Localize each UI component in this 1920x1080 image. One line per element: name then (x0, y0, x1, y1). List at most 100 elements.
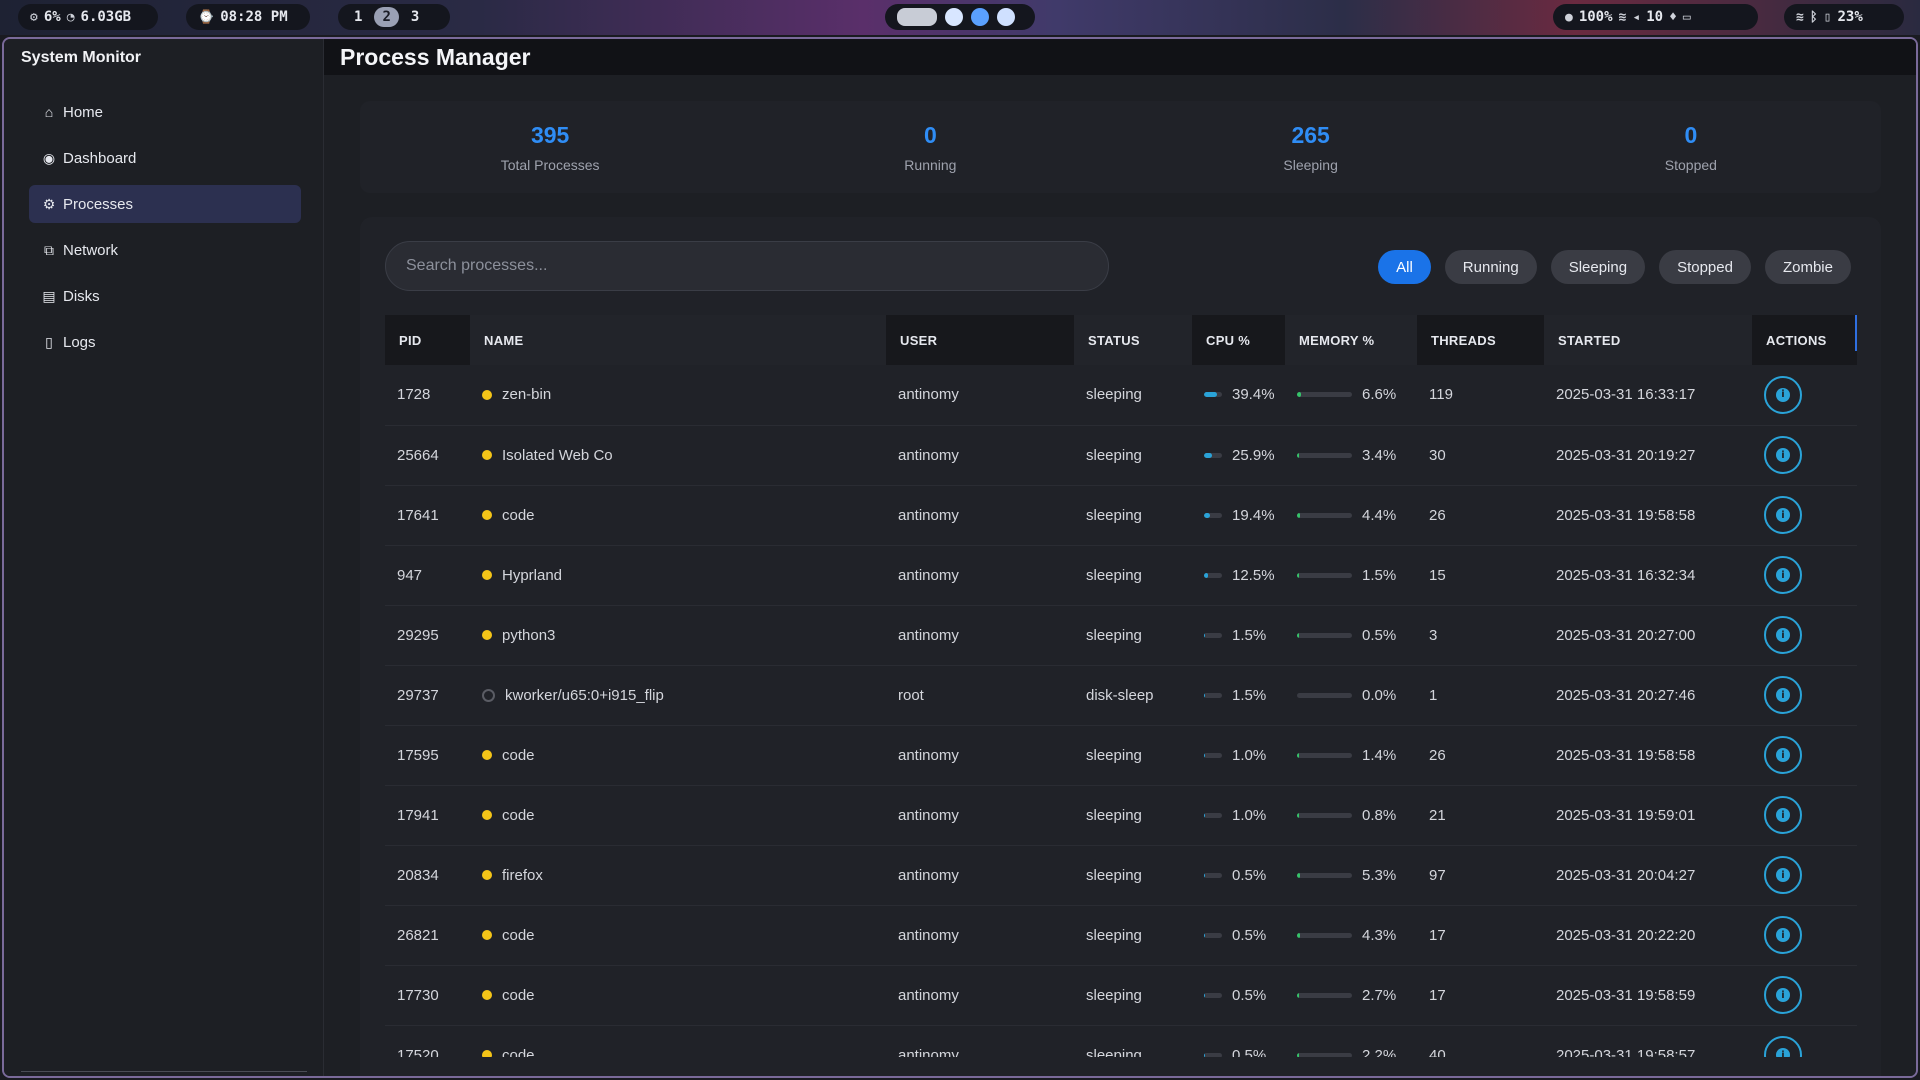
info-icon: i (1776, 868, 1790, 882)
sidebar-item-logs[interactable]: ▯ Logs (29, 323, 301, 361)
process-info-button[interactable]: i (1764, 1036, 1802, 1057)
cpu-cell: 0.5% (1192, 845, 1285, 906)
sidebar-item-processes[interactable]: ⚙ Processes (29, 185, 301, 223)
sidebar-item-disks[interactable]: ▤ Disks (29, 277, 301, 315)
process-info-button[interactable]: i (1764, 976, 1802, 1014)
memory-bar (1297, 692, 1352, 698)
filter-sleeping-button[interactable]: Sleeping (1550, 250, 1646, 284)
memory-bar (1297, 632, 1352, 638)
memory-bar-fill (1297, 512, 1300, 518)
search-input[interactable] (385, 241, 1109, 291)
process-info-button[interactable]: i (1764, 736, 1802, 774)
filter-stopped-button[interactable]: Stopped (1659, 250, 1751, 284)
battery-icon: ▯ (1823, 9, 1832, 25)
vscode-alt-tray-icon[interactable] (997, 8, 1015, 26)
table-row[interactable]: 17595 code antinomy sleeping 1.0% 1.4% 26 2025-… (385, 725, 1857, 786)
table-row[interactable]: 20834 firefox antinomy sleeping 0.5% 5.3% 97 20… (385, 845, 1857, 906)
brightness-level: 100% (1578, 9, 1613, 25)
info-icon: i (1776, 688, 1790, 702)
cpu-value: 1.5% (1232, 626, 1267, 644)
process-info-button[interactable]: i (1764, 616, 1802, 654)
threads-cell: 15 (1417, 545, 1544, 606)
status-cell: disk-sleep (1074, 665, 1192, 726)
pid-cell: 17941 (385, 785, 470, 846)
process-name: Isolated Web Co (502, 446, 613, 464)
cpu-bar (1204, 752, 1222, 758)
table-row[interactable]: 1728 zen-bin antinomy sleeping 39.4% 6.6% 119 2… (385, 365, 1857, 426)
battery-pill[interactable]: ≋ ᛒ ▯ 23% (1784, 4, 1904, 30)
status-dot-icon (482, 1050, 492, 1057)
cpu-bar (1204, 872, 1222, 878)
tray-app-icon[interactable] (897, 8, 937, 26)
info-icon: i (1776, 628, 1790, 642)
workspace-1[interactable]: 1 (346, 7, 370, 27)
column-header-memory[interactable]: MEMORY % (1285, 315, 1417, 365)
battery-level: 23% (1837, 9, 1863, 25)
table-row[interactable]: 17730 code antinomy sleeping 0.5% 2.7% 17 2025-… (385, 965, 1857, 1026)
column-header-name[interactable]: NAME (470, 315, 886, 365)
table-row[interactable]: 17941 code antinomy sleeping 1.0% 0.8% 21 2025-… (385, 785, 1857, 846)
home-icon: ⌂ (44, 104, 54, 120)
started-cell: 2025-03-31 19:58:57 (1544, 1025, 1752, 1057)
table-row[interactable]: 17641 code antinomy sleeping 19.4% 4.4% 26 2025… (385, 485, 1857, 546)
info-icon: i (1776, 1048, 1790, 1057)
filter-zombie-button[interactable]: Zombie (1764, 250, 1851, 284)
system-stats-pill[interactable]: ⚙ 6% ◔ 6.03GB (18, 4, 158, 30)
status-pill[interactable]: ● 100% ≋ ◂ 10 ♦ ▭ (1553, 4, 1758, 30)
filter-all-button[interactable]: All (1378, 250, 1431, 284)
bluetooth-icon: ᛒ (1809, 9, 1818, 25)
table-row[interactable]: 29737 kworker/u65:0+i915_flip root disk-sle… (385, 665, 1857, 726)
pid-cell: 17641 (385, 485, 470, 546)
column-header-started[interactable]: STARTED (1544, 315, 1752, 365)
table-scrollbar[interactable] (1855, 315, 1857, 351)
process-name: kworker/u65:0+i915_flip (505, 686, 664, 704)
column-header-cpu[interactable]: CPU % (1192, 315, 1285, 365)
workspace-2[interactable]: 2 (374, 7, 399, 27)
process-info-button[interactable]: i (1764, 796, 1802, 834)
table-row[interactable]: 947 Hyprland antinomy sleeping 12.5% 1.5% 15 20… (385, 545, 1857, 606)
memory-value: 0.8% (1362, 806, 1397, 824)
stat-label: Stopped (1664, 156, 1717, 173)
name-cell: code (470, 485, 886, 546)
clock-time: 08:28 PM (220, 9, 288, 25)
process-info-button[interactable]: i (1764, 496, 1802, 534)
vscode-tray-icon[interactable] (945, 8, 963, 26)
process-info-button[interactable]: i (1764, 916, 1802, 954)
sidebar-item-network[interactable]: ⧉ Network (29, 231, 301, 269)
status-cell: sleeping (1074, 845, 1192, 906)
cpu-value: 25.9% (1232, 446, 1275, 464)
column-header-threads[interactable]: THREADS (1417, 315, 1544, 365)
workspace-3[interactable]: 3 (403, 7, 427, 27)
sidebar-item-home[interactable]: ⌂ Home (29, 93, 301, 131)
cpu-value: 1.5% (1232, 686, 1267, 704)
filter-running-button[interactable]: Running (1444, 250, 1537, 284)
process-info-button[interactable]: i (1764, 676, 1802, 714)
column-header-status[interactable]: STATUS (1074, 315, 1192, 365)
cpu-bar-fill (1204, 452, 1213, 458)
cpu-cell: 12.5% (1192, 545, 1285, 606)
clock-pill[interactable]: ⌚ 08:28 PM (186, 4, 310, 30)
sidebar-item-label: Disks (63, 287, 100, 305)
process-info-button[interactable]: i (1764, 556, 1802, 594)
sidebar-item-label: Processes (63, 195, 134, 213)
stat-sleeping: 265 Sleeping (1121, 101, 1501, 193)
table-row[interactable]: 25664 Isolated Web Co antinomy sleeping 25.9… (385, 425, 1857, 486)
sidebar-item-label: Network (63, 241, 119, 259)
process-name: code (502, 506, 535, 524)
memory-bar-fill (1297, 872, 1301, 878)
memory-cell: 6.6% (1285, 365, 1417, 426)
table-row[interactable]: 26821 code antinomy sleeping 0.5% 4.3% 17 2025-… (385, 905, 1857, 966)
sidebar-item-dashboard[interactable]: ◉ Dashboard (29, 139, 301, 177)
process-info-button[interactable]: i (1764, 856, 1802, 894)
column-header-user[interactable]: USER (886, 315, 1074, 365)
process-info-button[interactable]: i (1764, 375, 1802, 414)
cpu-bar (1204, 392, 1222, 398)
process-info-button[interactable]: i (1764, 436, 1802, 474)
column-header-pid[interactable]: PID (385, 315, 470, 365)
stat-value: 265 (1291, 121, 1330, 148)
table-row[interactable]: 17520 code antinomy sleeping 0.5% 2.2% 40 2025-… (385, 1025, 1857, 1057)
table-row[interactable]: 29295 python3 antinomy sleeping 1.5% 0.5% 3 202… (385, 605, 1857, 666)
firefox-tray-icon[interactable] (971, 8, 989, 26)
cpu-cell: 0.5% (1192, 905, 1285, 966)
process-name: firefox (502, 866, 543, 884)
